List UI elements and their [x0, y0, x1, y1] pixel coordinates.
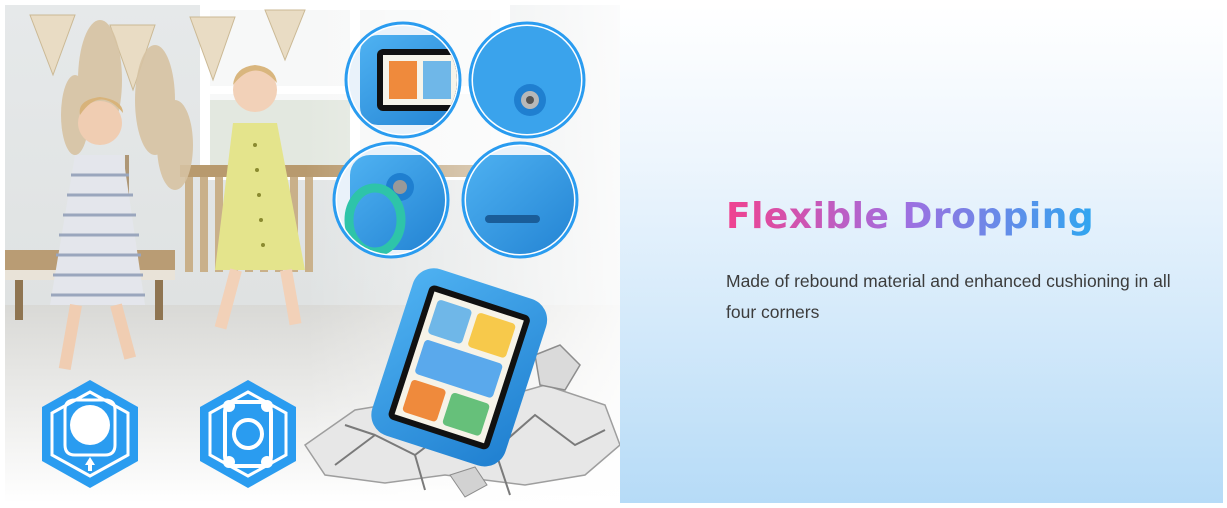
- feature-scene: [5, 5, 620, 503]
- feature-description: Made of rebound material and enhanced cu…: [726, 271, 1171, 322]
- product-feature-banner: Flexible Dropping Made of rebound materi…: [0, 0, 1227, 508]
- feature-headline: Flexible Dropping: [726, 196, 1095, 237]
- feature-photo-panel: [5, 5, 620, 503]
- feature-text-panel: Flexible Dropping Made of rebound materi…: [620, 5, 1223, 503]
